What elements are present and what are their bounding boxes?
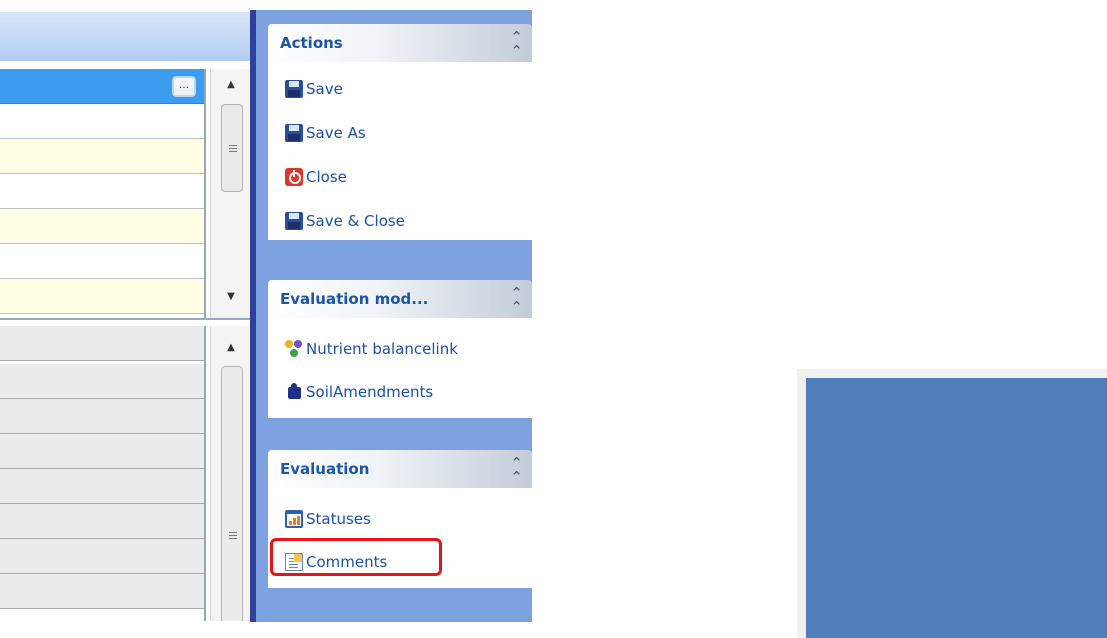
save-button[interactable]: Save bbox=[285, 77, 343, 101]
save-as-label: Save As bbox=[306, 124, 366, 142]
ellipsis-button[interactable]: ... bbox=[172, 76, 196, 97]
chart-icon bbox=[285, 510, 303, 528]
table-row[interactable] bbox=[0, 539, 204, 574]
evaluation-modules-group-header[interactable]: Evaluation mod... ⌃ ⌃ bbox=[268, 280, 532, 318]
link-nodes-icon bbox=[285, 340, 303, 358]
group-title: Actions bbox=[280, 34, 343, 52]
table-row[interactable] bbox=[0, 209, 204, 244]
collapse-chevron-icon[interactable]: ⌃ ⌃ bbox=[510, 286, 523, 315]
table-row[interactable] bbox=[0, 244, 204, 279]
save-label: Save bbox=[306, 80, 343, 98]
floppy-disk-icon bbox=[285, 124, 303, 142]
scroll-down-arrow-icon[interactable]: ▼ bbox=[211, 291, 250, 302]
statuses-label: Statuses bbox=[306, 510, 371, 528]
floppy-disk-icon bbox=[285, 212, 303, 230]
scroll-grip-icon bbox=[229, 532, 237, 539]
soil-amendments-button[interactable]: SoilAmendments bbox=[285, 380, 433, 404]
close-power-icon bbox=[285, 168, 303, 186]
grid-header bbox=[0, 12, 255, 61]
table-row[interactable] bbox=[0, 574, 204, 609]
table-row[interactable] bbox=[0, 139, 204, 174]
table-row[interactable] bbox=[0, 399, 204, 434]
evaluation-group-header[interactable]: Evaluation ⌃ ⌃ bbox=[268, 450, 532, 488]
evaluation-modules-group-body: Nutrient balancelink SoilAmendments bbox=[268, 318, 532, 418]
column-divider bbox=[204, 326, 206, 621]
top-grid: ... ▲ ▼ bbox=[0, 69, 251, 320]
nutrient-balance-label: Nutrient balancelink bbox=[306, 340, 458, 358]
scroll-thumb[interactable] bbox=[221, 366, 243, 621]
collapse-chevron-icon[interactable]: ⌃ ⌃ bbox=[510, 30, 523, 59]
blue-panel bbox=[797, 369, 1107, 638]
table-row[interactable] bbox=[0, 364, 204, 399]
task-panel: Actions ⌃ ⌃ Save Save As Close Save & Clo… bbox=[256, 10, 532, 622]
save-close-button[interactable]: Save & Close bbox=[285, 209, 405, 233]
table-row[interactable] bbox=[0, 469, 204, 504]
table-row[interactable] bbox=[0, 326, 204, 361]
scroll-grip-icon bbox=[229, 145, 237, 152]
floppy-disk-icon bbox=[285, 80, 303, 98]
close-label: Close bbox=[306, 168, 347, 186]
top-grid-scrollbar[interactable]: ▲ ▼ bbox=[210, 69, 250, 318]
puzzle-icon bbox=[285, 383, 303, 401]
table-row[interactable] bbox=[0, 504, 204, 539]
save-close-label: Save & Close bbox=[306, 212, 405, 230]
table-row[interactable] bbox=[0, 434, 204, 469]
table-row-selected[interactable]: ... bbox=[0, 69, 204, 104]
bottom-grid-scrollbar[interactable]: ▲ bbox=[210, 326, 250, 621]
actions-group-header[interactable]: Actions ⌃ ⌃ bbox=[268, 24, 532, 62]
group-title: Evaluation mod... bbox=[280, 290, 429, 308]
scroll-thumb[interactable] bbox=[221, 104, 243, 192]
table-row[interactable] bbox=[0, 279, 204, 314]
statuses-button[interactable]: Statuses bbox=[285, 507, 371, 531]
table-row[interactable] bbox=[0, 174, 204, 209]
close-button[interactable]: Close bbox=[285, 165, 347, 189]
nutrient-balance-link-button[interactable]: Nutrient balancelink bbox=[285, 337, 458, 361]
scroll-up-arrow-icon[interactable]: ▲ bbox=[211, 342, 250, 353]
comments-highlight-box bbox=[270, 538, 442, 576]
blue-block bbox=[806, 378, 1107, 638]
soil-amendments-label: SoilAmendments bbox=[306, 383, 434, 401]
group-title: Evaluation bbox=[280, 460, 370, 478]
scroll-up-arrow-icon[interactable]: ▲ bbox=[211, 79, 250, 90]
table-row[interactable] bbox=[0, 104, 204, 139]
collapse-chevron-icon[interactable]: ⌃ ⌃ bbox=[510, 456, 523, 485]
bottom-grid: ▲ bbox=[0, 326, 251, 621]
column-divider bbox=[204, 69, 206, 318]
save-as-button[interactable]: Save As bbox=[285, 121, 366, 145]
actions-group-body: Save Save As Close Save & Close bbox=[268, 62, 532, 240]
